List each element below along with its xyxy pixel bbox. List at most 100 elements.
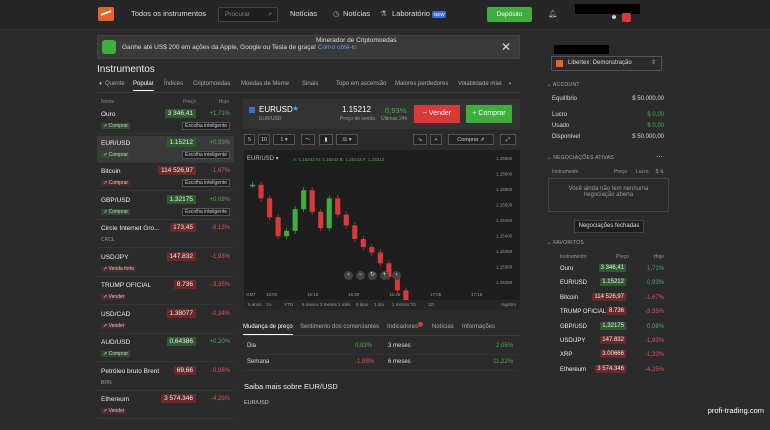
tab-news[interactable]: Notícias <box>432 324 454 330</box>
tab-perdedores[interactable]: Maiores perdedores <box>395 81 448 87</box>
instrument-row[interactable]: Circle Internet Gro... 173,45 -6,13%CRCL <box>97 221 234 248</box>
tab-cripto[interactable]: Criptomoedas <box>193 81 230 87</box>
period-option[interactable]: YTD <box>284 302 293 307</box>
period-option[interactable]: 5 dias <box>356 302 368 307</box>
instrument-row[interactable]: AUD/USD 0,64386 +0,20%⇗ Comprar <box>97 335 234 362</box>
instrument-row[interactable]: GBP/USD 1,32175 +0,08%⇗ ComprarEscolha i… <box>97 193 234 220</box>
instrument-row[interactable]: Bitcoin 114 526,97 -1,67%⇗ ComprarEscolh… <box>97 164 234 191</box>
period-option[interactable]: 1A <box>266 302 272 307</box>
reset-icon[interactable]: ↻ <box>368 271 377 280</box>
tab-info[interactable]: Informações <box>462 324 495 330</box>
chevron-right-icon[interactable]: › <box>509 81 511 87</box>
tab-popular[interactable]: Popular <box>133 81 154 91</box>
instrument-name: Circle Internet Gro... <box>101 225 160 232</box>
favorite-row[interactable]: Ethereum 3 574.346 -4,25% <box>560 364 664 378</box>
period-option[interactable]: 6 meses <box>302 302 319 307</box>
period-option[interactable]: 1 minuto <box>392 302 409 307</box>
sell-button[interactable]: − Vender <box>414 105 460 123</box>
period-option[interactable]: 1D <box>428 302 434 307</box>
tab-meme[interactable]: Moedas de Meme <box>241 81 289 87</box>
action-badge[interactable]: ⇗ Comprar <box>101 180 130 186</box>
dollar-icon[interactable]: $ ⇅ <box>656 169 664 175</box>
tab-price-change[interactable]: Mudança de preço <box>243 324 293 335</box>
closed-trades-button[interactable]: Negociações fechadas <box>574 220 644 233</box>
plus-icon[interactable]: + <box>430 134 442 145</box>
smart-choice-badge[interactable]: Escolha inteligente <box>182 208 230 216</box>
favorite-change: -1,67% <box>645 295 664 301</box>
timeframe-5[interactable]: 5 <box>244 134 255 145</box>
favorite-row[interactable]: TRUMP OFICIAL 8.736 -3,35% <box>560 306 664 320</box>
instrument-name: Ethereum <box>101 396 129 403</box>
promo-link[interactable]: Como obtê-lo <box>318 44 357 51</box>
period-option[interactable]: 3 meses <box>320 302 337 307</box>
tab-volatilidade[interactable]: Volatilidade máx <box>458 81 504 87</box>
instrument-row[interactable]: EUR/USD 1.15212 +0,93%⇗ ComprarEscolha i… <box>97 136 234 163</box>
bar-chart-icon[interactable]: ▮ <box>319 134 333 145</box>
more-icon[interactable]: ⋯ <box>656 153 663 161</box>
favorite-row[interactable]: XRP 3.00666 -1,33% <box>560 349 664 363</box>
star-icon[interactable]: ★ <box>292 104 299 113</box>
tab-quente[interactable]: Quente <box>105 81 125 87</box>
indicator-icon[interactable]: ⚖ ▾ <box>336 134 358 145</box>
period-option[interactable]: 1 dia <box>374 302 384 307</box>
instrument-row[interactable]: USD/JPY 147.832 -1,93%⇗ Venda forte <box>97 250 234 277</box>
instrument-ticker: BRN <box>101 380 112 386</box>
promo-banner[interactable]: Ganhe até US$ 200 em ações da Apple, Goo… <box>97 35 520 59</box>
compare-button[interactable]: Comprar ⇗ <box>448 134 494 145</box>
draw-icon[interactable]: ↘ <box>413 134 427 145</box>
tab-topo[interactable]: Topo em ascensão <box>336 81 386 87</box>
price-chart[interactable]: 1.156501.156001.155501.155001.154501.154… <box>244 150 520 310</box>
line-chart-icon[interactable]: 〜 <box>301 134 315 145</box>
close-icon[interactable]: ✕ <box>501 40 511 54</box>
timeframe-10[interactable]: 10 <box>258 134 270 145</box>
instrument-row[interactable]: USD/CAD 1.38077 -0,34%⇗ Vender <box>97 307 234 334</box>
tab-indices[interactable]: Índices <box>164 81 183 87</box>
nav-news[interactable]: Notícias <box>290 9 317 18</box>
favorite-row[interactable]: USD/JPY 147.832 -1,93% <box>560 335 664 349</box>
scroll-left-icon[interactable]: ‹ <box>344 271 353 280</box>
zoom-out-icon[interactable]: − <box>356 271 365 280</box>
fullscreen-icon[interactable]: ⤢ <box>500 134 516 145</box>
instrument-row[interactable]: Ethereum 3 574.346 -4,25%⇗ Vender <box>97 392 234 419</box>
chart-symbol-select[interactable]: EUR/USD ▾ <box>247 155 279 162</box>
buy-button[interactable]: + Comprar <box>466 105 512 123</box>
interval-select[interactable]: 1 ▾ <box>273 134 295 145</box>
action-badge[interactable]: ⇗ Comprar <box>101 123 130 129</box>
favorite-row[interactable]: EUR/USD 1.15212 0,93% <box>560 277 664 291</box>
nav-notices[interactable]: Notícias <box>343 9 370 18</box>
all-instruments-menu[interactable]: Todos os instrumentos <box>131 9 206 18</box>
fav-col-today: Hoje <box>654 254 664 260</box>
instrument-row[interactable]: Ouro 3 346,41 +1,71%⇗ ComprarEscolha int… <box>97 107 234 134</box>
action-badge[interactable]: ⇗ Vender <box>101 323 126 329</box>
action-badge[interactable]: ⇗ Comprar <box>101 209 130 215</box>
action-badge[interactable]: ⇗ Vender <box>101 294 126 300</box>
favorite-row[interactable]: GBP/USD 1,32175 0,08% <box>560 321 664 335</box>
smart-choice-badge[interactable]: Escolha inteligente <box>182 151 230 159</box>
period-option[interactable]: 5 anos <box>248 302 262 307</box>
smart-choice-badge[interactable]: Escolha inteligente <box>182 122 230 130</box>
instrument-row[interactable]: TRUMP OFICIAL 8.736 -3,35%⇗ Vender <box>97 278 234 305</box>
scroll-right-icon[interactable]: › <box>392 271 401 280</box>
avatar[interactable] <box>622 13 631 22</box>
scale-toggle[interactable]: registro <box>501 302 516 307</box>
action-badge[interactable]: ⇗ Comprar <box>101 351 130 357</box>
libertex-logo[interactable] <box>98 7 114 21</box>
tab-sentiment[interactable]: Sentimento dos comerciantes <box>300 324 379 330</box>
deposit-button[interactable]: Depósito <box>487 7 532 22</box>
account-select[interactable]: Libertex: Demonstração ⇕ <box>551 56 662 71</box>
smart-choice-badge[interactable]: Escolha inteligente <box>182 179 230 187</box>
period-option[interactable]: 7D <box>410 302 416 307</box>
tab-indicators[interactable]: Indicadores <box>387 324 418 330</box>
favorite-row[interactable]: Ouro 3 346,41 1,71% <box>560 263 664 277</box>
instrument-price: 1.15212 <box>167 138 197 147</box>
action-badge[interactable]: ⇗ Venda forte <box>101 266 136 272</box>
bell-icon[interactable]: 🔔︎ <box>548 9 558 18</box>
instrument-row[interactable]: Petróleo bruto Brent 69,66 -0,98%BRN <box>97 364 234 391</box>
action-badge[interactable]: ⇗ Vender <box>101 408 126 414</box>
nav-lab[interactable]: LaboratórioNEW <box>392 9 446 18</box>
tab-sinais[interactable]: Sinais <box>302 81 318 87</box>
action-badge[interactable]: ⇗ Comprar <box>101 152 130 158</box>
period-option[interactable]: 1 mês <box>338 302 350 307</box>
favorite-row[interactable]: Bitcoin 114 526,97 -1,67% <box>560 292 664 306</box>
zoom-in-icon[interactable]: + <box>380 271 389 280</box>
